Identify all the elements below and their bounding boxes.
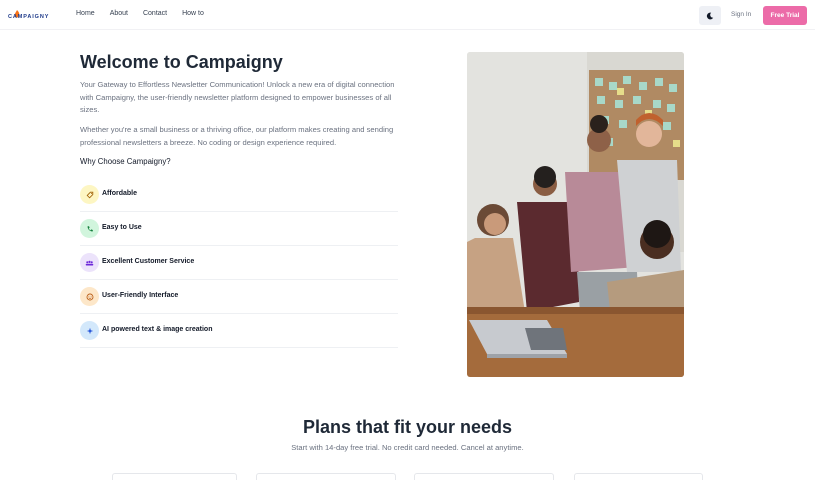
sparkle-icon (80, 321, 99, 340)
tag-icon (80, 185, 99, 204)
feature-label: AI powered text & image creation (102, 326, 213, 333)
theme-toggle-button[interactable] (699, 6, 721, 25)
users-icon (80, 253, 99, 272)
sign-in-link[interactable]: Sign In (731, 11, 751, 18)
feature-label: Excellent Customer Service (102, 258, 195, 265)
nav-link-home[interactable]: Home (76, 10, 95, 17)
plans-subtitle: Start with 14-day free trial. No credit … (291, 443, 524, 452)
feature-item-customer-service: Excellent Customer Service (80, 246, 398, 280)
feature-label: Affordable (102, 190, 137, 197)
feature-item-ai-creation: AI powered text & image creation (80, 314, 398, 348)
phone-icon (80, 219, 99, 238)
feature-label: Easy to Use (102, 224, 142, 231)
free-trial-button[interactable]: Free Trial (763, 6, 807, 25)
team-photo (467, 52, 684, 377)
plan-card[interactable] (414, 473, 554, 480)
plan-card[interactable] (574, 473, 703, 480)
campaigny-logo[interactable]: CAMPAIGNY (8, 9, 56, 23)
hero-detail-paragraph: Whether you're a small business or a thr… (80, 125, 394, 147)
nav-link-contact[interactable]: Contact (143, 10, 167, 17)
moon-icon (706, 12, 714, 19)
nav-link-about[interactable]: About (110, 10, 128, 17)
feature-item-affordable: Affordable (80, 178, 398, 212)
top-navbar: CAMPAIGNY Home About Contact How to Sign… (0, 0, 815, 30)
feature-item-easy-to-use: Easy to Use (80, 212, 398, 246)
hero-intro-paragraph: Your Gateway to Effortless Newsletter Co… (80, 80, 395, 114)
logo-wordmark: CAMPAIGNY (8, 14, 50, 20)
nav-links: Home About Contact How to (76, 10, 219, 17)
smile-icon (80, 287, 99, 306)
hero-title: Welcome to Campaigny (80, 52, 283, 72)
plan-card[interactable] (256, 473, 396, 480)
plans-title: Plans that fit your needs (302, 417, 513, 437)
feature-label: User-Friendly Interface (102, 292, 179, 299)
feature-item-user-friendly: User-Friendly Interface (80, 280, 398, 314)
why-choose-heading: Why Choose Campaigny? (80, 157, 171, 166)
nav-link-how-to[interactable]: How to (182, 10, 204, 17)
team-collaboration-image (467, 52, 684, 377)
plan-card[interactable] (112, 473, 237, 480)
